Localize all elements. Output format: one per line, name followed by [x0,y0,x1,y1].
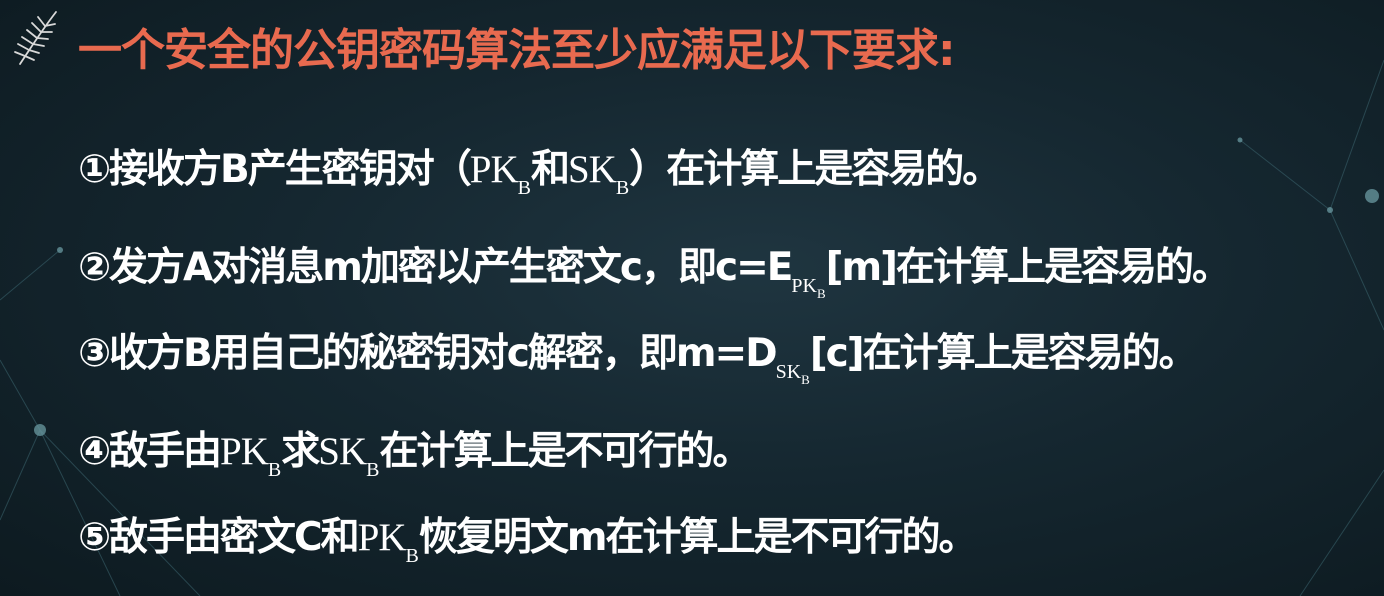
sk-symbol: SK [318,430,367,473]
subscript-b: B [267,459,282,481]
requirement-5: ⑤敌手由密文C和PKB恢复明文m在计算上是不可行的。 [78,506,978,566]
subscript-b: B [517,177,531,199]
req-2-text-b: [m]在计算上是容易的。 [825,245,1231,290]
req-4-text-c: 在计算上是不可行的。 [379,429,751,474]
marker-2: ② [78,245,111,290]
subscript-pk: PKB [791,275,825,300]
subscript-b: B [801,372,810,387]
pk-symbol: PK [791,275,817,297]
subscript-b: B [405,545,419,567]
req-2-text-a: 发方A对消息m加密以产生密文c，即c=E [109,245,793,290]
sk-symbol: SK [775,361,802,383]
leaf-icon [14,11,57,65]
req-4-text-b: 求 [281,429,320,474]
subscript-b: B [615,177,630,199]
requirement-3: ③收方B用自己的秘密钥对c解密，即m=DSKB[c]在计算上是容易的。 [78,322,1198,386]
requirement-2: ②发方A对消息m加密以产生密文c，即c=EPKB[m]在计算上是容易的。 [78,236,1231,300]
req-3-text-b: [c]在计算上是容易的。 [809,331,1198,376]
req-3-text-a: 收方B用自己的秘密钥对c解密，即m=D [109,331,778,376]
pk-symbol: PK [357,516,407,559]
marker-4: ④ [78,429,111,474]
requirement-1: ①接收方B产生密钥对（PKB和SKB）在计算上是容易的。 [78,138,1001,198]
slide-title: 一个安全的公钥密码算法至少应满足以下要求: [78,25,956,76]
req-5-text-a: 敌手由密文C和 [109,515,360,560]
marker-1: ① [78,147,111,192]
req-1-text-c: ）在计算上是容易的。 [629,147,1001,192]
req-5-text-b: 恢复明文m在计算上是不可行的。 [418,515,978,560]
req-1-text-b: 和 [530,147,570,192]
subscript-sk: SKB [775,361,810,386]
marker-3: ③ [78,331,111,376]
pk-symbol: PK [469,148,519,191]
requirement-4: ④敌手由PKB求SKB在计算上是不可行的。 [78,420,751,480]
subscript-b: B [817,286,826,301]
marker-5: ⑤ [78,515,111,560]
pk-symbol: PK [220,430,269,473]
subscript-b: B [366,459,380,481]
req-1-text-a: 接收方B产生密钥对（ [109,147,472,192]
sk-symbol: SK [567,148,617,191]
req-4-text-a: 敌手由 [109,429,222,474]
